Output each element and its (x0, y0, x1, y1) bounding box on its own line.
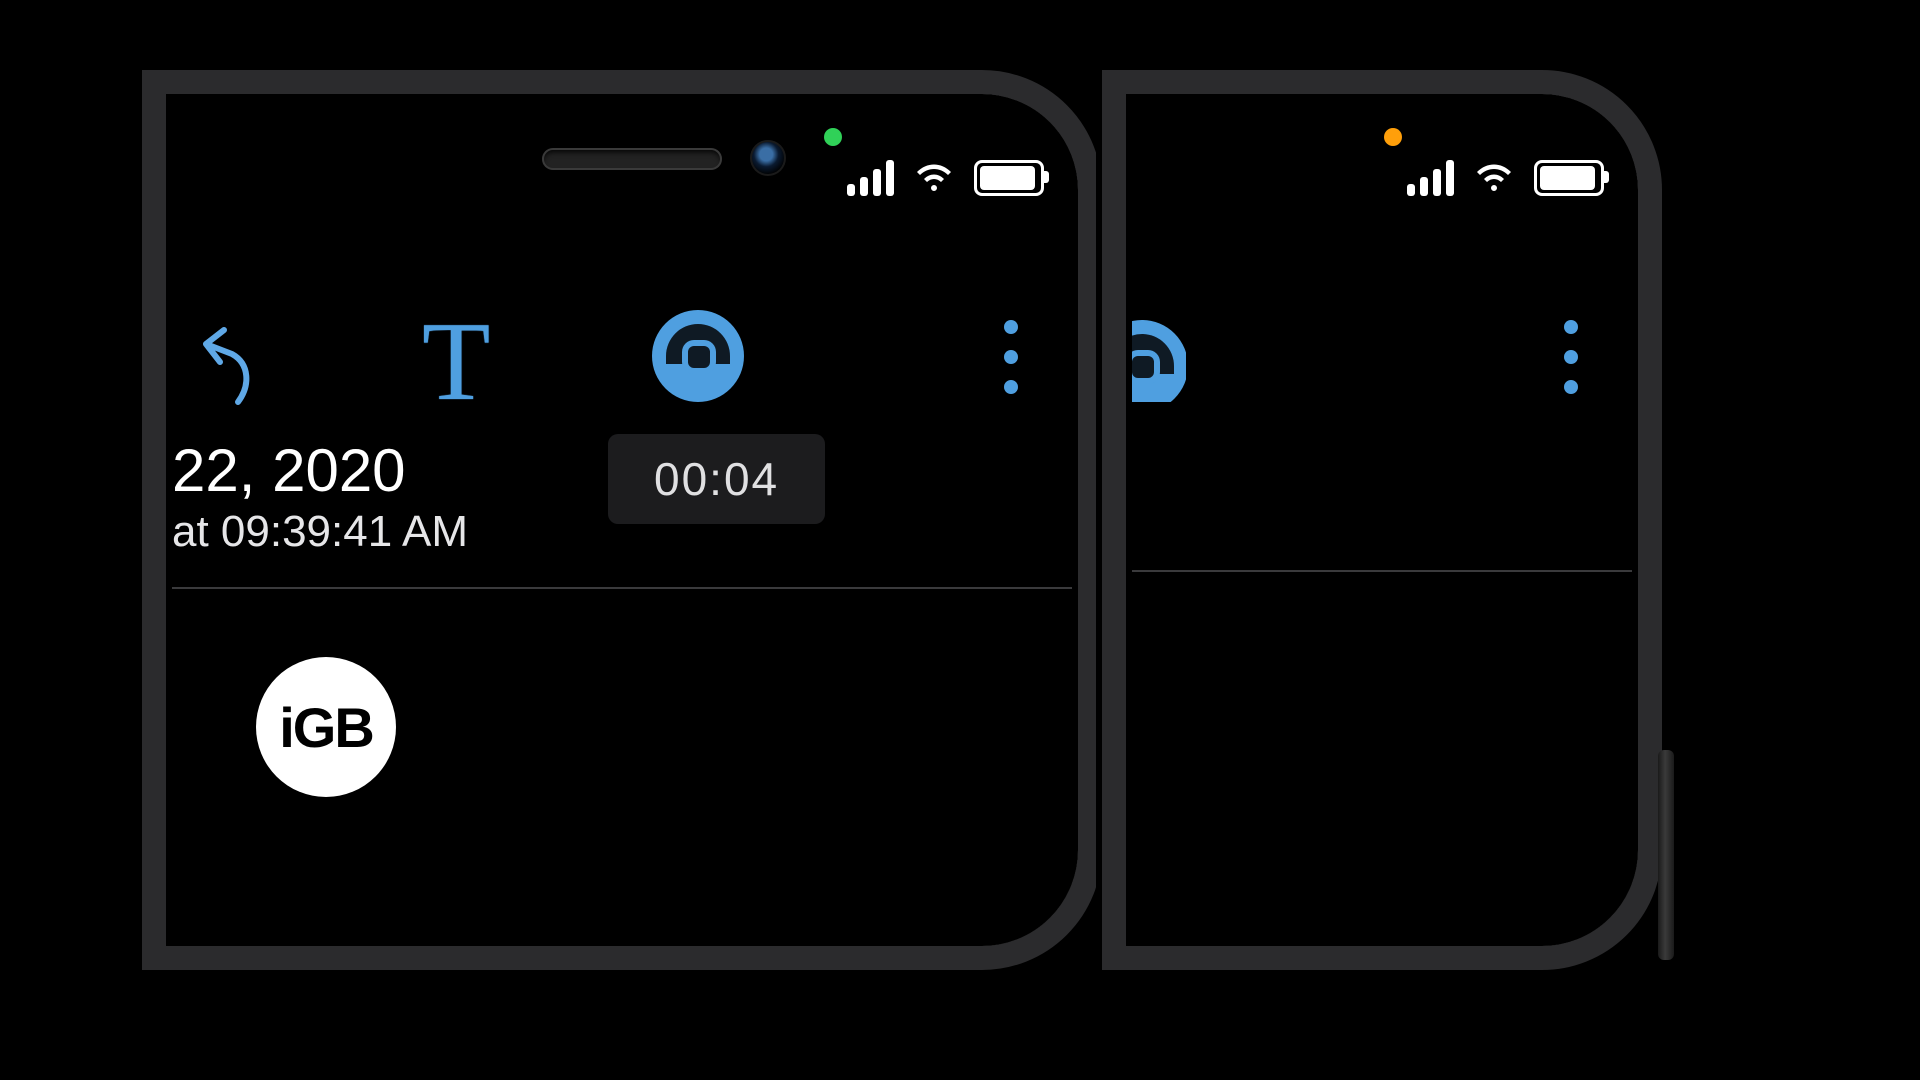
notch (432, 100, 892, 206)
front-camera (750, 140, 786, 176)
app-toolbar: T (172, 300, 1072, 430)
text-tool-button[interactable]: T (422, 306, 490, 418)
note-title: 22, 2020 (172, 436, 1072, 505)
iphone-right: 04 (1102, 70, 1662, 970)
status-bar (1407, 160, 1604, 196)
record-stop-button[interactable] (1132, 320, 1186, 402)
status-bar (847, 160, 1044, 196)
side-button (1658, 750, 1674, 960)
more-options-button[interactable] (1564, 320, 1578, 394)
cellular-signal-icon (847, 160, 894, 196)
earpiece-speaker (542, 148, 722, 170)
battery-icon (974, 160, 1044, 196)
record-stop-button[interactable] (652, 310, 744, 402)
undo-button[interactable] (186, 324, 256, 408)
dot-icon (1004, 350, 1018, 364)
wifi-icon (1472, 161, 1516, 195)
app-toolbar (1132, 300, 1632, 430)
wifi-icon (912, 161, 956, 195)
iphone-left: T 00:04 22, 2020 at 09:39:41 AM (142, 70, 1102, 970)
dot-icon (1564, 350, 1578, 364)
more-options-button[interactable] (1004, 320, 1018, 394)
dot-icon (1564, 380, 1578, 394)
microphone-indicator-dot-icon (1384, 128, 1402, 146)
cellular-signal-icon (1407, 160, 1454, 196)
dot-icon (1004, 320, 1018, 334)
igb-watermark-logo: iGB (256, 657, 396, 797)
promo-image: T 00:04 22, 2020 at 09:39:41 AM (232, 0, 1688, 819)
divider (1132, 570, 1632, 572)
camera-indicator-dot-icon (824, 128, 842, 146)
note-timestamp: at 09:39:41 AM (172, 507, 1072, 557)
dot-icon (1004, 380, 1018, 394)
note-header: 22, 2020 at 09:39:41 AM (172, 436, 1072, 589)
battery-icon (1534, 160, 1604, 196)
dot-icon (1564, 320, 1578, 334)
